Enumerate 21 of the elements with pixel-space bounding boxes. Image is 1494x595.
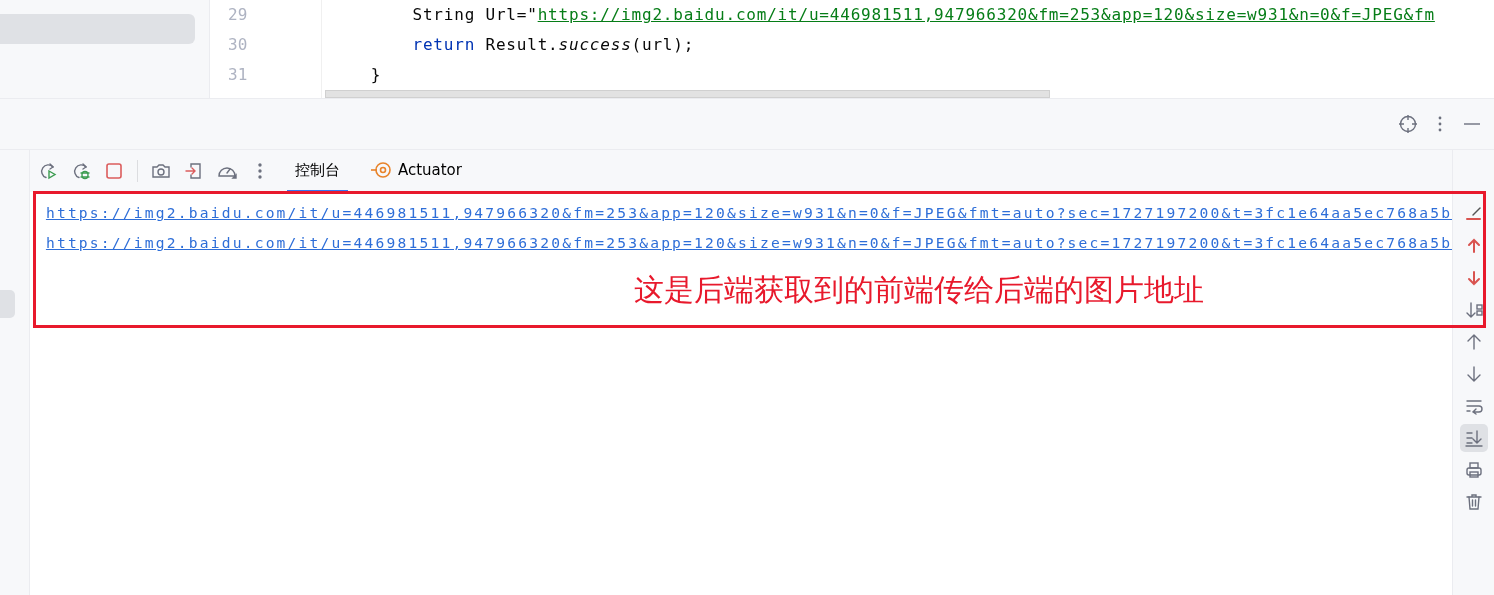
line-number: 29 <box>228 4 248 26</box>
trash-icon <box>1463 492 1484 512</box>
line-number: 30 <box>228 34 248 56</box>
console-tab[interactable]: 控制台 <box>286 150 348 192</box>
toolbar-button[interactable] <box>1459 424 1488 452</box>
enter-icon[interactable] <box>183 161 204 181</box>
horizontal-scrollbar[interactable] <box>325 90 1050 98</box>
code-line: String Url="https://img2.baidu.com/it/u=446981511,947966320&fm=253&app=120&size=w931&n=0&f=JPEG&fm <box>411 4 1436 26</box>
console-link[interactable]: https://img2.baidu.com/it/u=446981511,947966320&fm=253&app=120&size=w931&n=0&f=JPEG&fmt=auto?sec=1727197200&t=3fc1e64aa5ec768a5b <box>45 228 1453 258</box>
crosshair-icon[interactable] <box>1398 114 1418 134</box>
scroll-to-end-icon <box>1463 428 1484 448</box>
code-line: } <box>369 64 383 86</box>
console-tab[interactable]: Actuator <box>361 150 470 192</box>
actuator-icon <box>369 160 392 180</box>
stop-icon[interactable] <box>103 161 124 181</box>
line-number: 31 <box>228 64 248 86</box>
console-link[interactable]: https://img2.baidu.com/it/u=446981511,947966320&fm=253&app=120&size=w931&n=0&f=JPEG&fmt=auto?sec=1727197200&t=3fc1e64aa5ec768a5b <box>45 198 1453 228</box>
code-line: return Result.success(url); <box>411 34 696 56</box>
camera-icon[interactable] <box>150 161 171 181</box>
annotation-text: 这是后端获取到的前端传给后端的图片地址 <box>634 272 1204 308</box>
printer-icon <box>1463 460 1484 480</box>
